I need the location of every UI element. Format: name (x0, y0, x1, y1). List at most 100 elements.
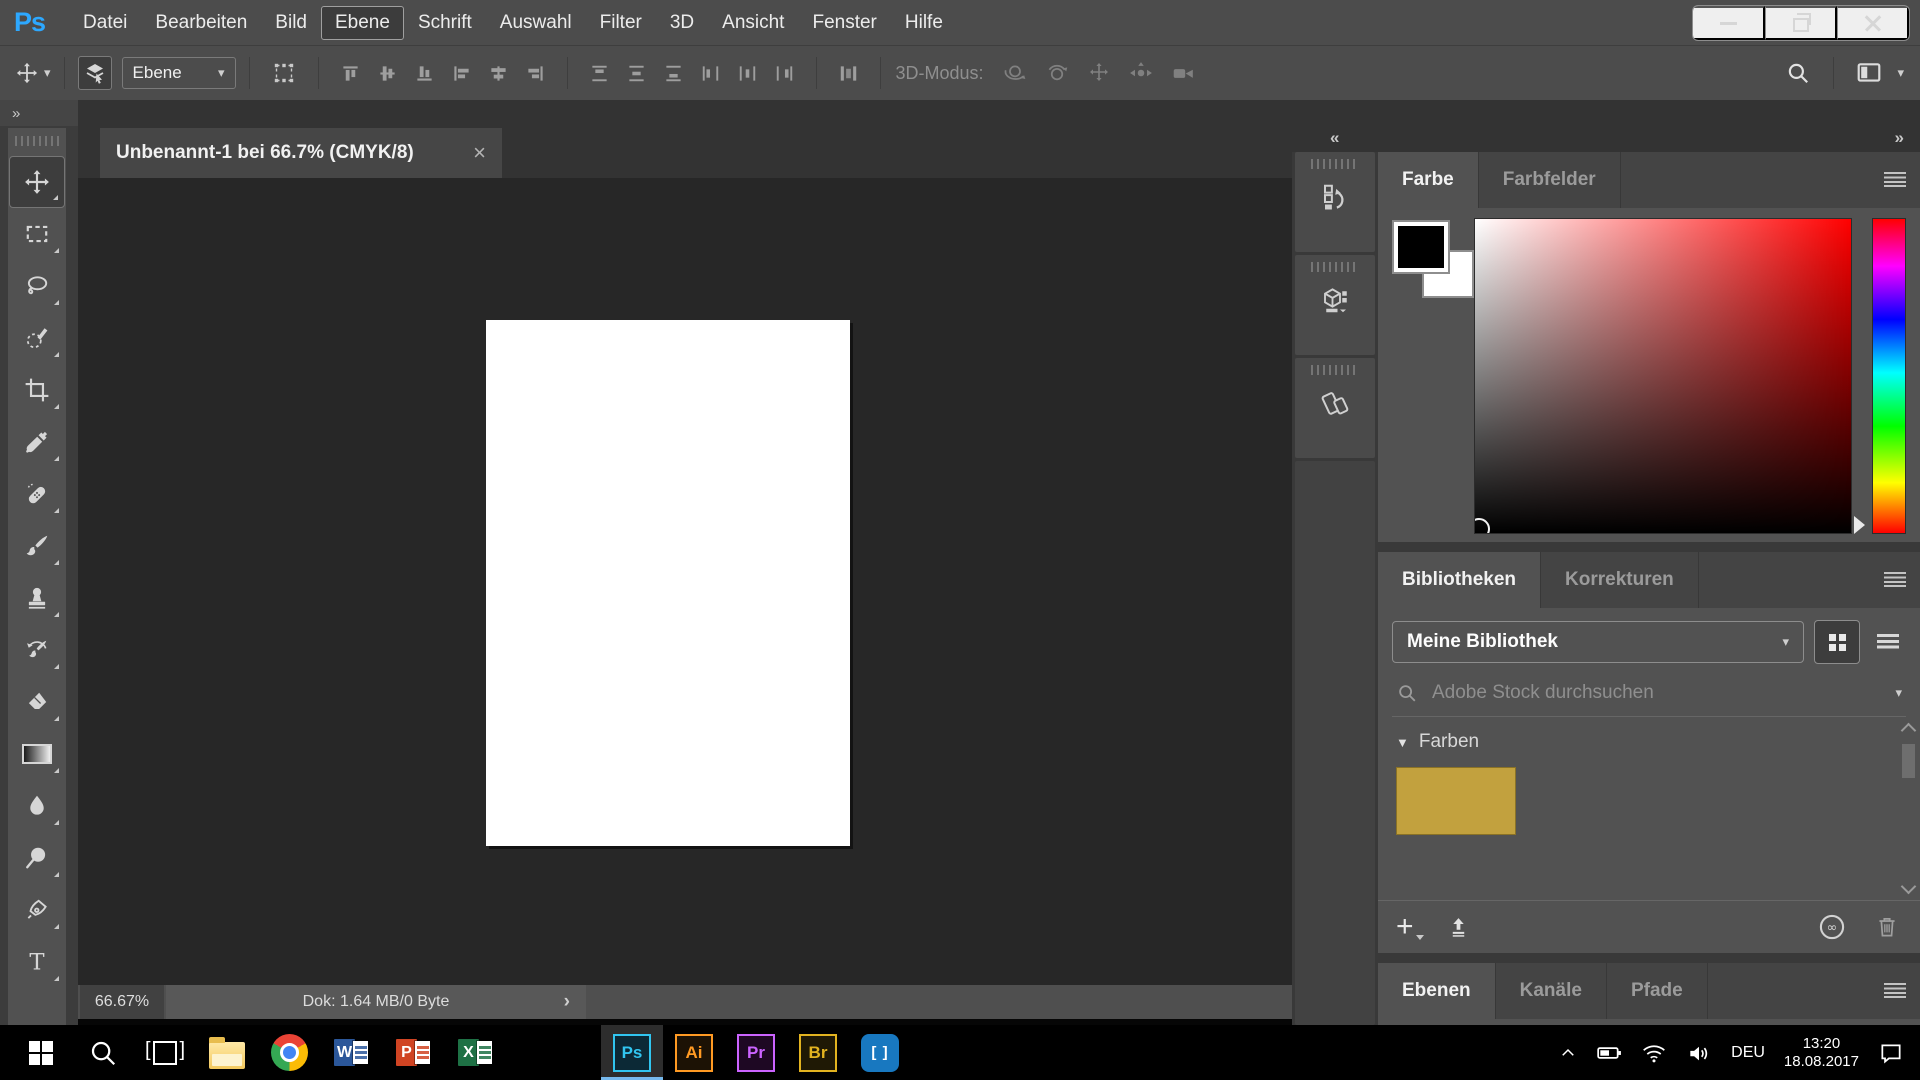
move-tool[interactable] (9, 156, 65, 208)
creative-cloud-sync-icon[interactable]: ∞ (1816, 911, 1848, 943)
foreground-color-swatch[interactable] (1394, 222, 1448, 272)
tab-farbfelder[interactable]: Farbfelder (1479, 152, 1621, 208)
document-tab[interactable]: Unbenannt-1 bei 66.7% (CMYK/8) × (100, 128, 502, 178)
auto-select-toggle[interactable] (78, 56, 112, 90)
distribute-spacing-button[interactable] (835, 60, 862, 87)
tab-close-icon[interactable]: × (473, 142, 486, 164)
menu-fenster[interactable]: Fenster (798, 6, 890, 40)
align-left-edges-button[interactable] (448, 60, 475, 87)
document-page[interactable] (486, 320, 850, 846)
hue-slider-pointer[interactable] (1854, 516, 1874, 534)
list-view-button[interactable] (1870, 624, 1906, 660)
menu-bild[interactable]: Bild (261, 6, 321, 40)
align-top-edges-button[interactable] (337, 60, 364, 87)
lasso-tool[interactable] (9, 260, 65, 312)
library-select-dropdown[interactable]: Meine Bibliothek ▾ (1392, 621, 1804, 663)
chevron-down-icon[interactable]: ▾ (1895, 685, 1902, 701)
library-color-swatch[interactable] (1396, 767, 1516, 835)
show-transform-controls-toggle[interactable] (268, 57, 300, 89)
properties-3d-panel-button[interactable] (1295, 255, 1375, 355)
device-preview-panel-button[interactable] (1295, 358, 1375, 458)
zoom-level-field[interactable]: 66.67% (80, 985, 164, 1019)
battery-icon[interactable] (1596, 1040, 1622, 1066)
photoshop-taskbar-button[interactable]: Ps (601, 1025, 663, 1080)
tool-preset-chevron-icon[interactable]: ▾ (44, 65, 51, 81)
adobe-stock-search[interactable]: Adobe Stock durchsuchen ▾ (1392, 674, 1906, 717)
distribute-bottom-edges-button[interactable] (660, 60, 687, 87)
tab-farbe[interactable]: Farbe (1378, 152, 1479, 208)
gradient-tool[interactable] (9, 728, 65, 780)
close-button[interactable] (1837, 6, 1909, 40)
hue-strip[interactable] (1872, 218, 1906, 534)
file-explorer-button[interactable] (196, 1025, 258, 1080)
rectangular-marquee-tool[interactable] (9, 208, 65, 260)
menu-hilfe[interactable]: Hilfe (891, 6, 957, 40)
premiere-taskbar-button[interactable]: Pr (725, 1025, 787, 1080)
color-selection-marker[interactable] (1474, 518, 1490, 534)
panel-menu-icon[interactable] (1884, 983, 1906, 998)
restore-button[interactable] (1765, 6, 1837, 40)
pen-tool[interactable] (9, 884, 65, 936)
search-icon[interactable] (1781, 56, 1815, 90)
quick-selection-tool[interactable] (9, 312, 65, 364)
wifi-icon[interactable] (1641, 1040, 1667, 1066)
align-bottom-edges-button[interactable] (411, 60, 438, 87)
history-brush-tool[interactable] (9, 624, 65, 676)
brush-tool[interactable] (9, 520, 65, 572)
panel-menu-icon[interactable] (1884, 172, 1906, 187)
align-horizontal-centers-button[interactable] (485, 60, 512, 87)
menu-filter[interactable]: Filter (586, 6, 656, 40)
distribute-left-edges-button[interactable] (697, 60, 724, 87)
menu-auswahl[interactable]: Auswahl (486, 6, 586, 40)
start-button[interactable] (10, 1025, 72, 1080)
tab-kanaele[interactable]: Kanäle (1496, 963, 1607, 1019)
trash-icon[interactable] (1872, 912, 1902, 942)
type-tool[interactable]: T (9, 936, 65, 988)
scroll-up-icon[interactable] (1900, 723, 1916, 739)
task-view-button[interactable] (134, 1025, 196, 1080)
distribute-horizontal-centers-button[interactable] (734, 60, 761, 87)
menu-bearbeiten[interactable]: Bearbeiten (141, 6, 261, 40)
taskbar-search-button[interactable] (72, 1025, 134, 1080)
crop-tool[interactable] (9, 364, 65, 416)
align-right-edges-button[interactable] (522, 60, 549, 87)
workspace-switcher-button[interactable] (1852, 56, 1886, 90)
menu-ebene[interactable]: Ebene (321, 6, 404, 40)
eraser-tool[interactable] (9, 676, 65, 728)
tray-chevron-up-icon[interactable] (1559, 1044, 1577, 1062)
menu-3d[interactable]: 3D (656, 6, 708, 40)
saturation-brightness-field[interactable] (1474, 218, 1852, 534)
eyedropper-tool[interactable] (9, 416, 65, 468)
panel-menu-icon[interactable] (1884, 572, 1906, 587)
tab-korrekturen[interactable]: Korrekturen (1541, 552, 1699, 608)
document-info[interactable]: Dok: 1.64 MB/0 Byte › (166, 985, 586, 1019)
minimize-button[interactable] (1693, 6, 1765, 40)
workspace-chevron-icon[interactable]: ▾ (1897, 65, 1904, 81)
scrollbar-thumb[interactable] (1902, 744, 1915, 778)
keyboard-language[interactable]: DEU (1731, 1044, 1765, 1062)
chrome-button[interactable] (258, 1025, 320, 1080)
history-panel-button[interactable] (1295, 152, 1375, 252)
bridge-taskbar-button[interactable]: Br (787, 1025, 849, 1080)
auto-select-target-dropdown[interactable]: Ebene ▾ (122, 57, 236, 89)
upload-button[interactable] (1444, 913, 1473, 942)
spot-healing-brush-tool[interactable] (9, 468, 65, 520)
tab-ebenen[interactable]: Ebenen (1378, 963, 1496, 1019)
menu-ansicht[interactable]: Ansicht (708, 6, 798, 40)
powerpoint-button[interactable]: P (382, 1025, 444, 1080)
dodge-tool[interactable] (9, 832, 65, 884)
status-expand-icon[interactable]: › (564, 991, 570, 1013)
excel-button[interactable]: X (444, 1025, 506, 1080)
tab-pfade[interactable]: Pfade (1607, 963, 1708, 1019)
grid-view-button[interactable] (1814, 620, 1860, 664)
menu-datei[interactable]: Datei (69, 6, 141, 40)
clone-stamp-tool[interactable] (9, 572, 65, 624)
distribute-right-edges-button[interactable] (771, 60, 798, 87)
tool-dock-expand[interactable]: » (0, 100, 78, 126)
illustrator-taskbar-button[interactable]: Ai (663, 1025, 725, 1080)
collapse-dock-icon[interactable]: « (1330, 128, 1339, 148)
tab-bibliotheken[interactable]: Bibliotheken (1378, 552, 1541, 608)
align-vertical-centers-button[interactable] (374, 60, 401, 87)
distribute-top-edges-button[interactable] (586, 60, 613, 87)
tray-clock[interactable]: 13:20 18.08.2017 (1784, 1035, 1859, 1071)
